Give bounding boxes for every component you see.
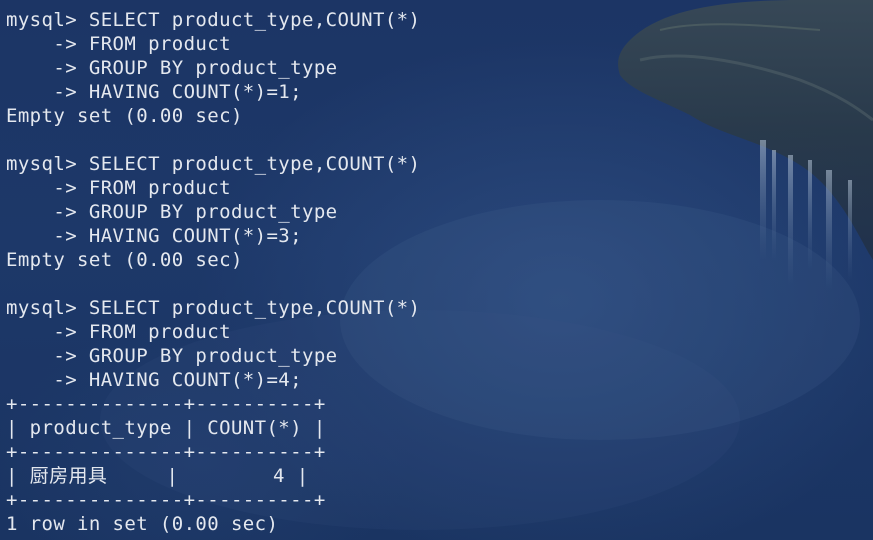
result-table-border: +--------------+----------+ (6, 441, 326, 463)
terminal-line: -> GROUP BY product_type (6, 345, 338, 367)
result-table-border: +--------------+----------+ (6, 489, 326, 511)
terminal-line: -> GROUP BY product_type (6, 57, 338, 79)
result-table-header: | product_type | COUNT(*) | (6, 417, 326, 439)
result-table-border: +--------------+----------+ (6, 393, 326, 415)
terminal-line: -> HAVING COUNT(*)=4; (6, 369, 302, 391)
terminal-line: -> FROM product (6, 321, 231, 343)
result-summary: 1 row in set (0.00 sec) (6, 513, 279, 535)
terminal-line: -> FROM product (6, 33, 231, 55)
terminal-line: mysql> SELECT product_type,COUNT(*) (6, 297, 421, 319)
result-table-row: | 厨房用具 | 4 | (6, 465, 309, 487)
terminal-line: mysql> SELECT product_type,COUNT(*) (6, 9, 421, 31)
terminal-line: -> HAVING COUNT(*)=3; (6, 225, 302, 247)
terminal-line: -> GROUP BY product_type (6, 201, 338, 223)
terminal-line: mysql> SELECT product_type,COUNT(*) (6, 153, 421, 175)
terminal-line: -> HAVING COUNT(*)=1; (6, 81, 302, 103)
terminal-line: Empty set (0.00 sec) (6, 105, 243, 127)
terminal-line: -> FROM product (6, 177, 231, 199)
terminal-window[interactable]: mysql> SELECT product_type,COUNT(*) -> F… (0, 0, 873, 540)
terminal-line: Empty set (0.00 sec) (6, 249, 243, 271)
